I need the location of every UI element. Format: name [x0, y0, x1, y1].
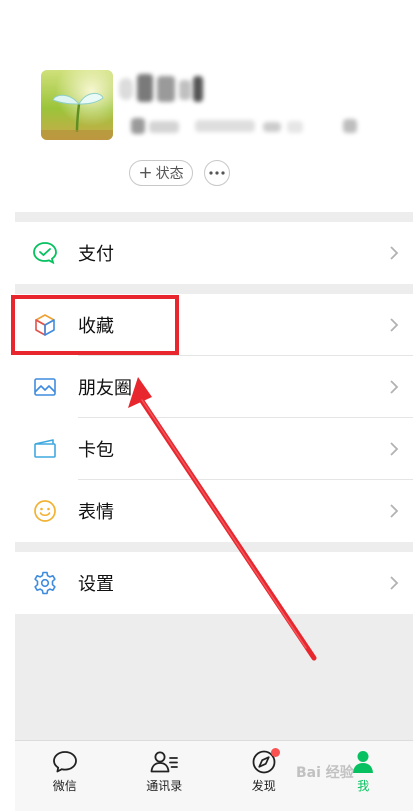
annotation-arrow: [128, 377, 317, 661]
watermark: Bai 经验: [296, 765, 354, 781]
